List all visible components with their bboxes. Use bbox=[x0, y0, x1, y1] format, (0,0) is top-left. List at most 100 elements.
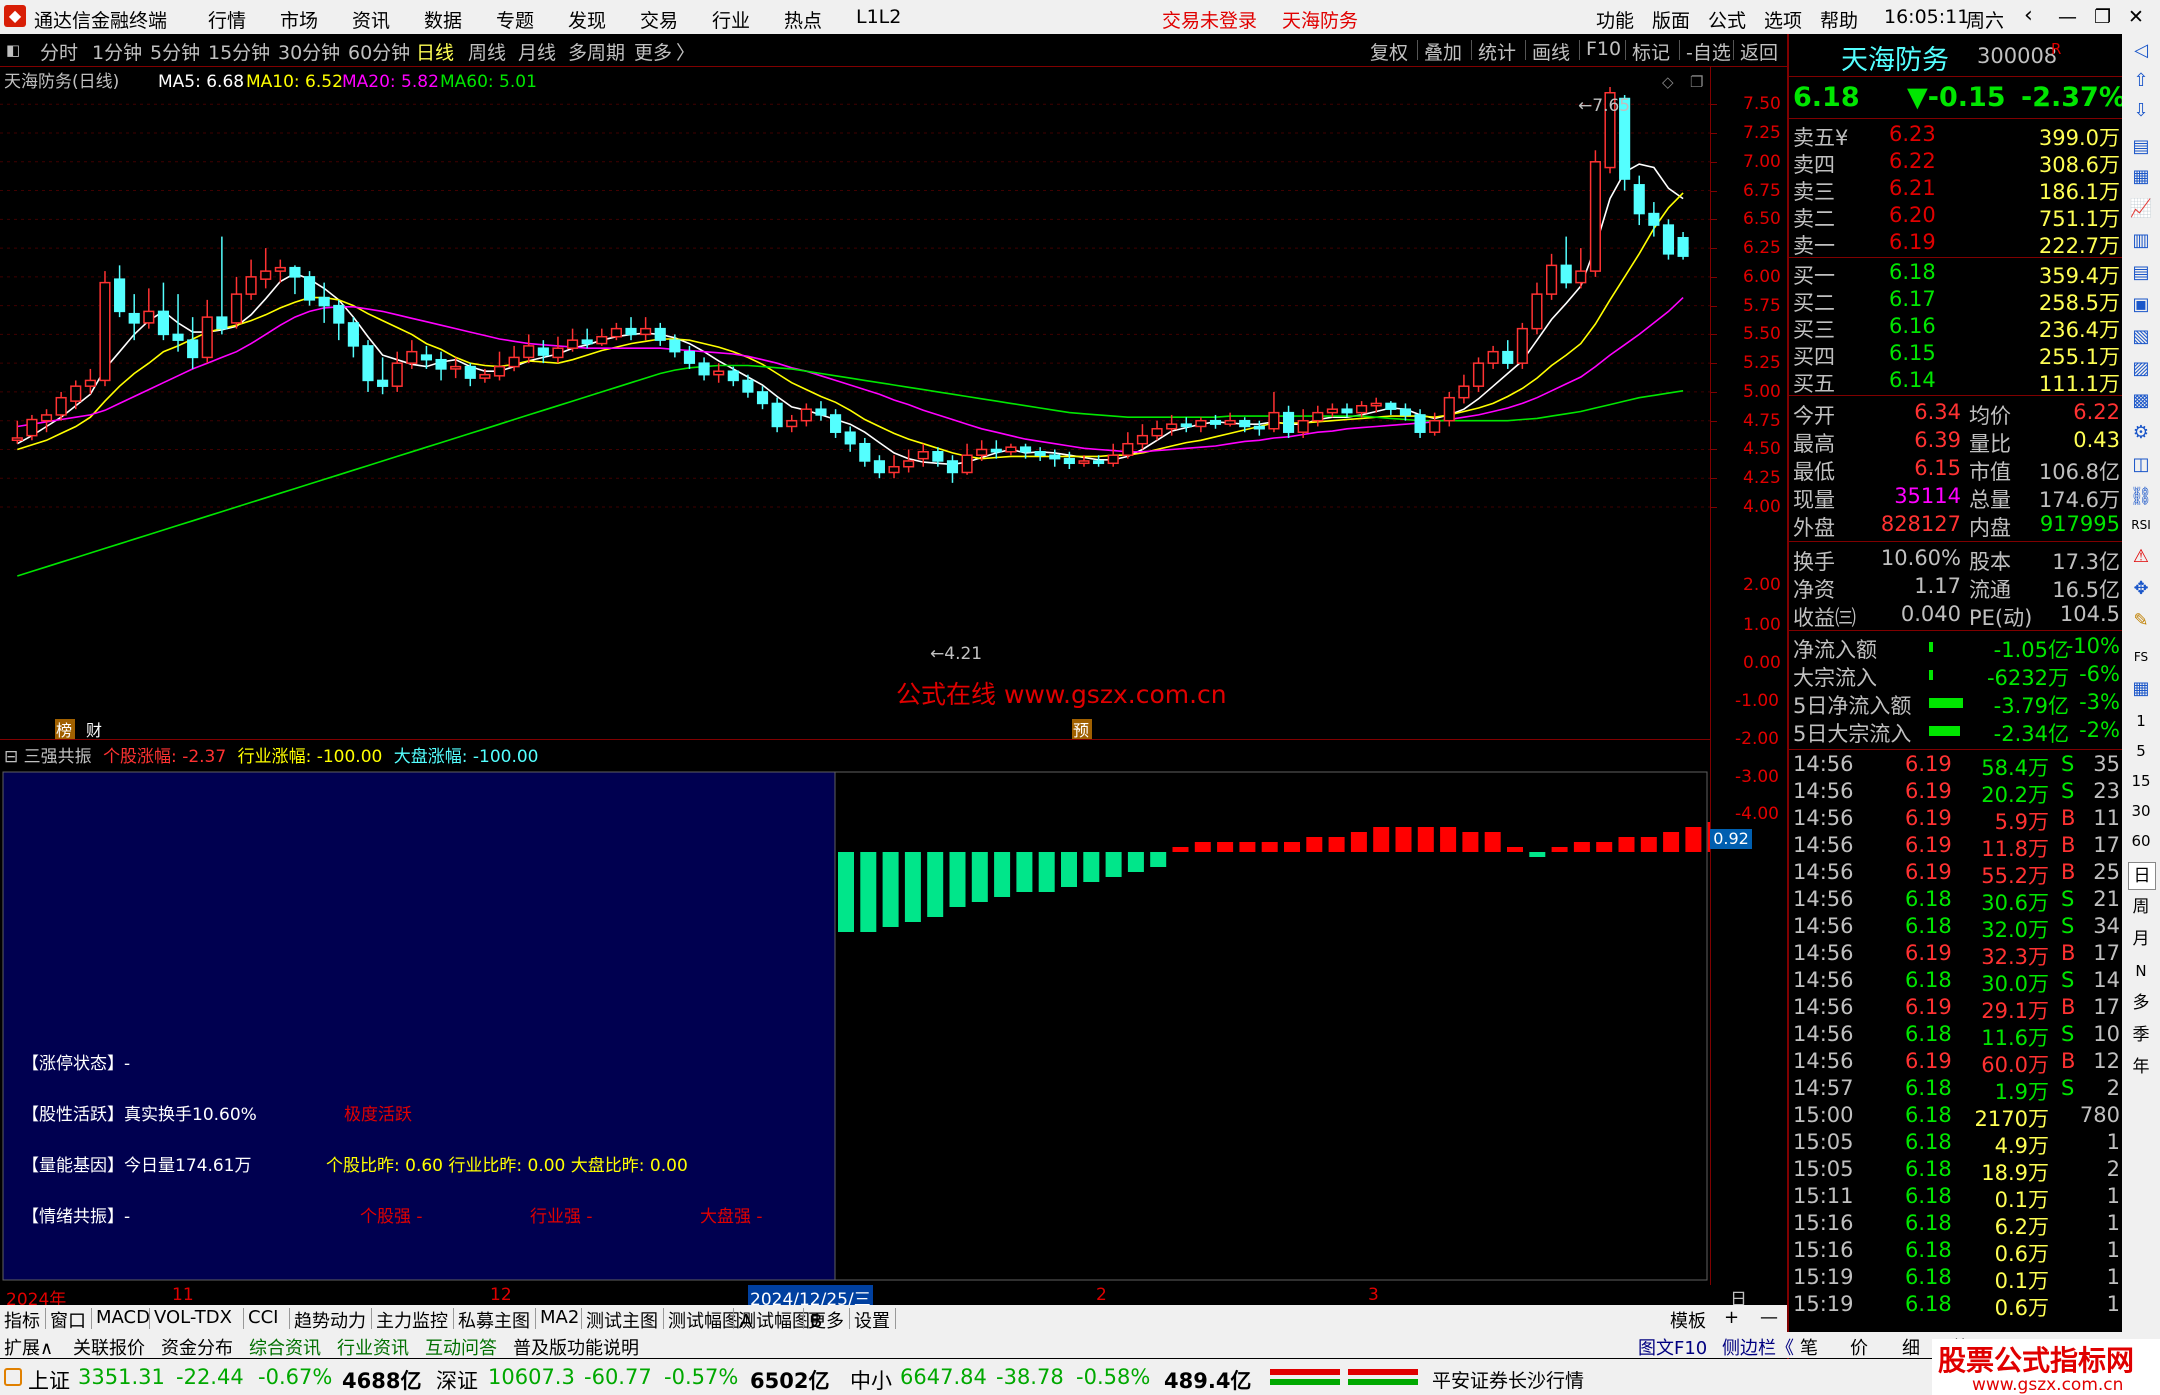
candle-body[interactable] bbox=[1005, 446, 1017, 453]
tab-6[interactable]: 主力监控 bbox=[376, 1307, 448, 1333]
candle-body[interactable] bbox=[1049, 454, 1061, 460]
period-1min[interactable]: 1分钟 bbox=[92, 38, 142, 65]
ext-tab-2[interactable]: 资金分布 bbox=[161, 1334, 233, 1360]
period-multi-button[interactable]: 多 bbox=[2128, 990, 2154, 1016]
candle-body[interactable] bbox=[406, 350, 418, 364]
candle-body[interactable] bbox=[1341, 408, 1353, 414]
period-30-button[interactable]: 30 bbox=[2128, 798, 2154, 824]
news-icon[interactable]: ▧ bbox=[2128, 324, 2154, 350]
candle-body[interactable] bbox=[1224, 419, 1236, 425]
candle-body[interactable] bbox=[523, 345, 535, 359]
menu-l1l2[interactable]: L1L2 bbox=[856, 6, 901, 28]
candle-body[interactable] bbox=[1546, 264, 1558, 295]
candle-body[interactable] bbox=[1151, 428, 1163, 437]
tab-9[interactable]: 测试主图 bbox=[586, 1307, 658, 1333]
candle-body[interactable] bbox=[347, 322, 359, 347]
tab-4[interactable]: CCI bbox=[248, 1307, 278, 1328]
period-daily[interactable]: 日线 bbox=[416, 38, 454, 65]
candle-body[interactable] bbox=[1326, 408, 1338, 414]
candle-body[interactable] bbox=[1443, 396, 1455, 422]
candle-body[interactable] bbox=[1648, 212, 1660, 226]
tool-f10[interactable]: F10 bbox=[1586, 38, 1621, 60]
candle-body[interactable] bbox=[1166, 423, 1178, 430]
candle-body[interactable] bbox=[1472, 362, 1485, 387]
tab-8[interactable]: MA2 bbox=[540, 1307, 579, 1328]
crosshair-icon[interactable]: ✥ bbox=[2128, 576, 2154, 602]
tool-draw[interactable]: 画线 bbox=[1532, 38, 1570, 65]
close-icon[interactable]: ✕ bbox=[2128, 6, 2144, 28]
candle-body[interactable] bbox=[756, 391, 769, 405]
candle-body[interactable] bbox=[1034, 451, 1046, 456]
candle-body[interactable] bbox=[479, 373, 491, 379]
settings-icon[interactable]: ⚙ bbox=[2128, 420, 2154, 446]
candle-body[interactable] bbox=[961, 454, 973, 474]
oscillator-chart[interactable]: 【涨停状态】- 【股性活跃】真实换手10.60% 极度活跃 【量能基因】今日量1… bbox=[0, 740, 1710, 1285]
tab-5[interactable]: 趋势动力 bbox=[294, 1307, 366, 1333]
link-icon[interactable]: ⛓ bbox=[2128, 484, 2154, 510]
period-15min[interactable]: 15分钟 bbox=[208, 38, 270, 65]
kline-icon[interactable]: ▥ bbox=[2128, 228, 2154, 254]
period-month-button[interactable]: 月 bbox=[2128, 926, 2154, 952]
candle-body[interactable] bbox=[1239, 419, 1251, 428]
candle-body[interactable] bbox=[1136, 434, 1149, 445]
candle-body[interactable] bbox=[391, 362, 403, 387]
candle-body[interactable] bbox=[698, 362, 710, 376]
period-5min[interactable]: 5分钟 bbox=[150, 38, 200, 65]
menu-options[interactable]: 选项 bbox=[1764, 6, 1802, 33]
candle-body[interactable] bbox=[1282, 411, 1295, 433]
ask-row[interactable]: 卖一 6.19 222.7万 bbox=[1789, 230, 2124, 258]
kline-chart[interactable]: 天海防务(日线) MA5: 6.68 MA10: 6.52 MA20: 5.82… bbox=[0, 67, 1710, 739]
candle-body[interactable] bbox=[844, 431, 856, 445]
candle-body[interactable] bbox=[1297, 419, 1309, 433]
candle-body[interactable] bbox=[1078, 460, 1090, 465]
period-quarter-button[interactable]: 季 bbox=[2128, 1022, 2154, 1048]
candle-body[interactable] bbox=[420, 354, 433, 361]
ext-tab-3[interactable]: 综合资讯 bbox=[249, 1334, 321, 1360]
candle-body[interactable] bbox=[640, 327, 652, 336]
candle-body[interactable] bbox=[932, 451, 944, 462]
tool-watchlist[interactable]: -自选 bbox=[1686, 38, 1731, 65]
view-tab-0[interactable]: 笔 bbox=[1800, 1334, 1818, 1360]
ext-tab-0[interactable]: 扩展∧ bbox=[4, 1334, 53, 1360]
minimize-icon[interactable]: — bbox=[2058, 6, 2077, 28]
ask-row[interactable]: 卖二 6.20 751.1万 bbox=[1789, 203, 2124, 231]
period-n-button[interactable]: N bbox=[2128, 958, 2154, 984]
candle-body[interactable] bbox=[610, 327, 622, 338]
candle-body[interactable] bbox=[815, 408, 827, 416]
candle-body[interactable] bbox=[727, 370, 739, 382]
add-pane-button[interactable]: + bbox=[1724, 1307, 1739, 1328]
forecast-marker[interactable]: 预 bbox=[1073, 721, 1089, 739]
candle-body[interactable] bbox=[654, 327, 666, 341]
bid-row[interactable]: 买一 6.18 359.4万 bbox=[1789, 260, 2124, 288]
candle-body[interactable] bbox=[201, 316, 213, 359]
candle-body[interactable] bbox=[11, 437, 23, 442]
candle-body[interactable] bbox=[1458, 385, 1470, 399]
menu-layout[interactable]: 版面 bbox=[1652, 6, 1690, 33]
menu-hotspot[interactable]: 热点 bbox=[784, 6, 822, 33]
candle-body[interactable] bbox=[830, 414, 842, 433]
sh-name[interactable]: 上证 bbox=[28, 1365, 70, 1395]
period-15-button[interactable]: 15 bbox=[2128, 768, 2154, 794]
period-year-button[interactable]: 年 bbox=[2128, 1054, 2154, 1080]
candle-body[interactable] bbox=[508, 356, 520, 368]
candle-body[interactable] bbox=[1268, 411, 1280, 430]
sidebar-toggle[interactable]: 侧边栏《 bbox=[1722, 1334, 1794, 1360]
candle-body[interactable] bbox=[216, 316, 228, 330]
bid-row[interactable]: 买五 6.14 111.1万 bbox=[1789, 368, 2124, 396]
candle-body[interactable] bbox=[903, 460, 915, 468]
pen-icon[interactable]: ✎ bbox=[2128, 608, 2154, 634]
bid-row[interactable]: 买四 6.15 255.1万 bbox=[1789, 341, 2124, 369]
trade-login-status[interactable]: 交易未登录 bbox=[1162, 6, 1257, 33]
candle-body[interactable] bbox=[318, 296, 330, 307]
candle-body[interactable] bbox=[1107, 454, 1119, 465]
candle-body[interactable] bbox=[1385, 402, 1397, 410]
candle-body[interactable] bbox=[157, 310, 169, 336]
candle-body[interactable] bbox=[888, 465, 900, 474]
tab-1[interactable]: 窗口 bbox=[50, 1307, 86, 1333]
candle-body[interactable] bbox=[800, 408, 812, 422]
ext-tab-5[interactable]: 互动问答 bbox=[425, 1334, 497, 1360]
candle-body[interactable] bbox=[493, 365, 506, 377]
candle-body[interactable] bbox=[55, 396, 67, 416]
period-more[interactable]: 更多 bbox=[634, 38, 672, 65]
menu-quote[interactable]: 行情 bbox=[208, 6, 246, 33]
